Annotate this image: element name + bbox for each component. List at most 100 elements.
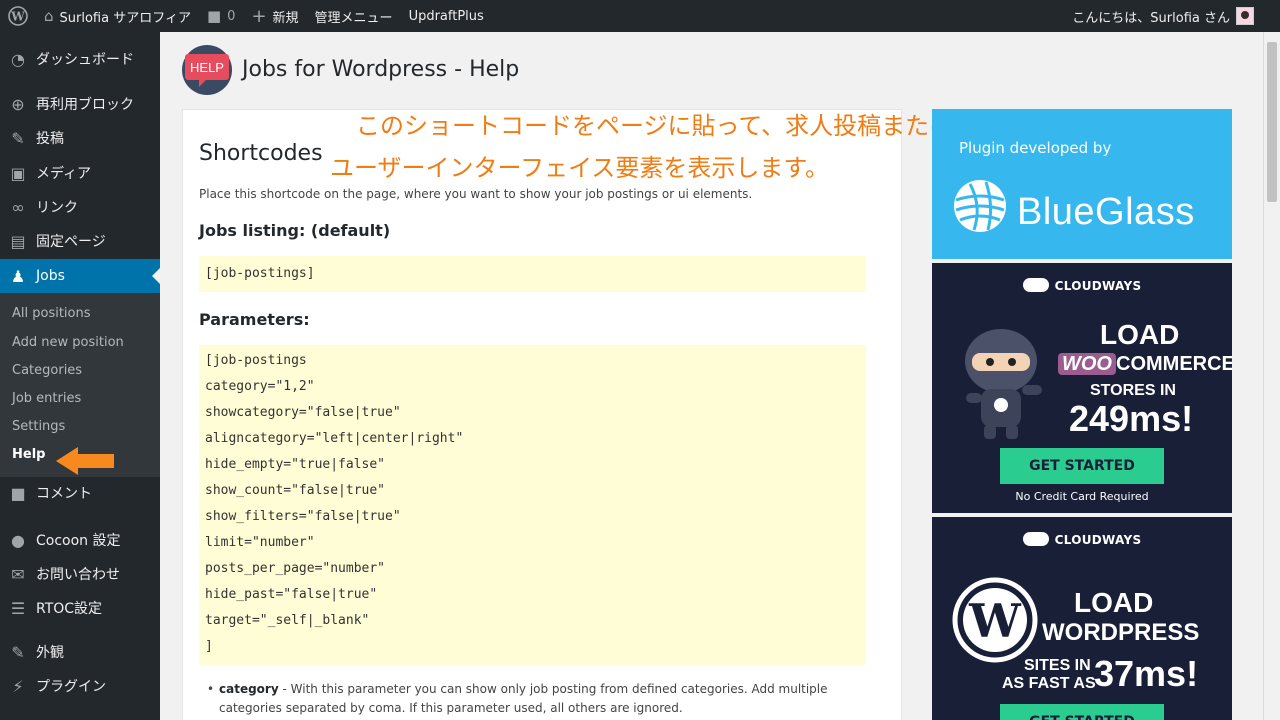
orange-arrow-annotation-icon — [56, 447, 114, 475]
blueglass-globe-icon — [954, 180, 1006, 232]
sidebar-item-dashboard[interactable]: ◔ ダッシュボード — [0, 42, 160, 76]
commerce-label: COMMERCE — [1116, 353, 1232, 375]
sidebar-item-label: Jobs — [36, 268, 65, 284]
cloudways-wordpress-ad[interactable]: CLOUDWAYS W LOAD WORDPRESS SITES IN AS F… — [932, 517, 1232, 720]
sidebar-item-label: 投稿 — [36, 131, 64, 147]
submenu-all-positions[interactable]: All positions — [12, 306, 91, 321]
site-name-label: Surlofia サアロフィア — [59, 10, 191, 26]
code-line: [job-postings — [205, 353, 307, 368]
wordpress-headline: WORDPRESS — [1042, 619, 1200, 646]
submenu-add-new-position[interactable]: Add new position — [12, 335, 124, 350]
cloudways-brand-label: CLOUDWAYS — [1054, 533, 1142, 547]
svg-text:W: W — [968, 594, 1022, 648]
wordpress-logo-icon[interactable]: W — [0, 0, 36, 32]
speed-value: 249ms! — [1069, 398, 1194, 439]
parameters-heading: Parameters: — [199, 310, 310, 329]
list-icon: ☰ — [10, 598, 26, 618]
sidebar-item-label: リンク — [36, 200, 78, 216]
page-title: Jobs for Wordpress - Help — [242, 57, 520, 82]
sidebar-item-plugins[interactable]: ⚡ プラグイン — [0, 669, 160, 703]
new-label: 新規 — [272, 10, 299, 26]
code-line: posts_per_page="number" — [205, 561, 386, 576]
cocoon-icon: ● — [11, 530, 25, 550]
speed-value: 37ms! — [1094, 653, 1199, 694]
comments-count: 0 — [227, 8, 236, 24]
sidebar-item-label: お問い合わせ — [36, 567, 120, 583]
woo-badge: WOO — [1058, 353, 1116, 375]
japanese-annotation: このショートコードをページに貼って、求人投稿または ユーザーインターフェイス要素… — [330, 105, 954, 189]
sidebar-item-label: ダッシュボード — [36, 52, 134, 68]
code-line: target="_self|_blank" — [205, 613, 370, 628]
greeting-label: こんにちは、Surlofia さん — [1072, 10, 1230, 26]
annotation-line-1: このショートコードをページに貼って、求人投稿または — [356, 112, 954, 140]
parameter-name: category — [219, 682, 279, 696]
brush-icon: ✎ — [11, 642, 25, 662]
submenu-help[interactable]: Help — [12, 447, 45, 462]
cloud-icon — [1022, 532, 1049, 546]
scrollbar-thumb[interactable] — [1267, 42, 1277, 202]
sidebar-item-label: プラグイン — [36, 679, 106, 695]
updraftplus-label: UpdraftPlus — [408, 8, 484, 24]
cloudways-woocommerce-ad[interactable]: CLOUDWAYS LOAD WOO COMMERCE STORES IN 249… — [932, 263, 1232, 513]
intro-text: Place this shortcode on the page, where … — [199, 187, 753, 201]
sidebar-item-posts[interactable]: ✎ 投稿 — [0, 121, 160, 155]
dashboard-icon: ◔ — [11, 49, 25, 69]
sites-in-label: SITES IN — [1024, 657, 1091, 674]
new-content-link[interactable]: + 新規 — [243, 0, 306, 32]
media-icon: ▣ — [10, 163, 26, 183]
help-badge-icon: HELP — [182, 45, 232, 95]
sidebar-item-contact[interactable]: ✉ お問い合わせ — [0, 557, 160, 591]
svg-text:HELP: HELP — [190, 60, 224, 75]
get-started-button[interactable]: GET STARTED — [1000, 704, 1164, 720]
annotation-line-2: ユーザーインターフェイス要素を表示します。 — [330, 154, 829, 182]
code-line: category="1,2" — [205, 379, 315, 394]
code-line: showcategory="false|true" — [205, 405, 401, 420]
admin-bar: W ⌂ Surlofia サアロフィア ■ 0 + 新規 管理メニュー Updr… — [0, 0, 1280, 32]
svg-text:W: W — [10, 10, 25, 24]
submenu-settings[interactable]: Settings — [12, 419, 65, 434]
code-line: hide_past="false|true" — [205, 587, 378, 602]
submenu-job-entries[interactable]: Job entries — [12, 391, 81, 406]
sidebar-item-jobs[interactable]: ♟ Jobs — [0, 259, 160, 293]
sidebar-item-rtoc[interactable]: ☰ RTOC設定 — [0, 591, 160, 625]
page-scrollbar[interactable] — [1263, 32, 1280, 720]
sidebar-item-label: 再利用ブロック — [36, 97, 134, 113]
listing-shortcode-box[interactable]: [job-postings] — [199, 256, 866, 292]
wordpress-logo-icon: W — [952, 577, 1038, 663]
jobs-listing-heading: Jobs listing: (default) — [199, 221, 391, 240]
load-headline: LOAD — [1074, 587, 1154, 618]
submenu-categories[interactable]: Categories — [12, 363, 82, 378]
link-icon: ∞ — [11, 197, 25, 217]
bullet-icon: • — [207, 682, 215, 696]
sidebar-item-label: RTOC設定 — [36, 601, 103, 617]
page-icon: ▤ — [10, 231, 26, 251]
developed-by-label: Plugin developed by — [959, 139, 1112, 157]
blueglass-banner[interactable]: Plugin developed by BlueGlass — [932, 109, 1232, 259]
code-line: ] — [205, 639, 213, 654]
code-line: aligncategory="left|center|right" — [205, 431, 464, 446]
get-started-button[interactable]: GET STARTED — [1000, 448, 1164, 484]
manage-menu-link[interactable]: 管理メニュー — [307, 0, 401, 32]
plus-icon: + — [251, 5, 267, 27]
admin-sidebar: ◔ ダッシュボード ⊕ 再利用ブロック ✎ 投稿 ▣ メディア ∞ リンク ▤ 固定ページ … — [0, 32, 160, 720]
my-account-link[interactable]: こんにちは、Surlofia さん — [1064, 0, 1280, 32]
sidebar-item-reusable-blocks[interactable]: ⊕ 再利用ブロック — [0, 87, 160, 121]
comments-link[interactable]: ■ 0 — [199, 0, 243, 32]
updraftplus-link[interactable]: UpdraftPlus — [401, 0, 492, 32]
parameters-code-box[interactable]: [job-postings category="1,2" showcategor… — [199, 345, 866, 665]
sidebar-item-label: 外観 — [36, 645, 64, 661]
site-name-link[interactable]: ⌂ Surlofia サアロフィア — [36, 0, 199, 32]
sidebar-item-cocoon[interactable]: ● Cocoon 設定 — [0, 523, 160, 557]
as-fast-as-label: AS FAST AS — [1002, 675, 1096, 692]
sidebar-item-comments[interactable]: ■ コメント — [0, 476, 160, 510]
sidebar-item-media[interactable]: ▣ メディア — [0, 156, 160, 190]
reusable-block-icon: ⊕ — [11, 94, 25, 114]
sidebar-item-label: メディア — [36, 166, 92, 182]
sidebar-item-links[interactable]: ∞ リンク — [0, 190, 160, 224]
load-headline: LOAD — [1100, 319, 1180, 350]
parameter-description: • category - With this parameter you can … — [207, 680, 869, 718]
code-line: show_filters="false|true" — [205, 509, 401, 524]
sidebar-item-pages[interactable]: ▤ 固定ページ — [0, 224, 160, 258]
sidebar-item-label: コメント — [36, 486, 92, 502]
sidebar-item-appearance[interactable]: ✎ 外観 — [0, 635, 160, 669]
